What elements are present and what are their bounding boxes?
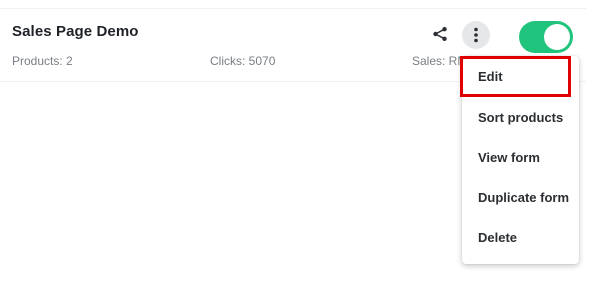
top-divider [0,8,586,9]
share-button[interactable] [430,24,450,44]
menu-item-delete[interactable]: Delete [462,217,579,257]
menu-item-view-form[interactable]: View form [462,137,579,177]
sales-amount: Sales: RM [412,54,460,68]
products-count: Products: 2 [12,54,73,68]
share-icon [433,27,447,41]
menu-item-edit[interactable]: Edit [462,56,579,96]
form-title: Sales Page Demo [12,23,139,40]
options-menu: Edit Sort products View form Duplicate f… [462,56,579,264]
more-vertical-icon [474,27,478,43]
more-options-button[interactable] [462,21,490,49]
publish-toggle[interactable] [519,21,573,53]
toggle-knob [544,24,570,50]
clicks-count: Clicks: 5070 [210,54,276,68]
menu-item-sort-products[interactable]: Sort products [462,97,579,137]
menu-item-duplicate-form[interactable]: Duplicate form [462,177,579,217]
